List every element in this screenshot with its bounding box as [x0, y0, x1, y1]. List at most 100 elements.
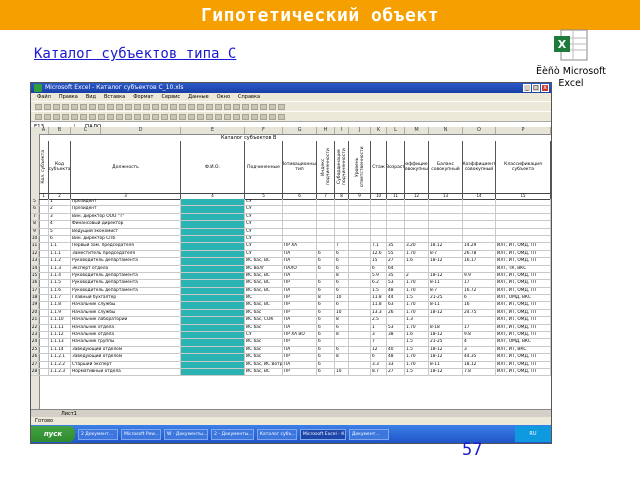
- table-cell[interactable]: [429, 206, 463, 213]
- table-cell[interactable]: 1.1: [49, 243, 71, 250]
- toolbar-button-icon[interactable]: [260, 103, 267, 110]
- table-cell[interactable]: Главный бухгалтер: [71, 295, 181, 302]
- table-cell[interactable]: [39, 309, 49, 317]
- table-cell[interactable]: Начальник лаборатории: [71, 317, 181, 324]
- taskbar-item[interactable]: 2 Документ...: [78, 428, 118, 440]
- toolbar-button-icon[interactable]: [152, 103, 159, 110]
- table-cell[interactable]: [463, 206, 496, 213]
- menu-item[interactable]: Правка: [59, 93, 78, 101]
- table-cell[interactable]: ПР: [283, 295, 317, 302]
- system-tray[interactable]: RU: [515, 426, 551, 442]
- table-row[interactable]: 27 1.1.2.2 Старший эксперт ИС бас, ИС Вотр П…: [31, 361, 551, 369]
- table-cell[interactable]: [181, 339, 245, 346]
- menu-item[interactable]: Формат: [133, 93, 153, 101]
- table-row[interactable]: 19 1.1.8 Начальник службы ИС бас, ВС ПР 6 6 11.…: [31, 302, 551, 310]
- table-cell[interactable]: Первый зам. председателя: [71, 243, 181, 250]
- table-cell[interactable]: СУ: [245, 199, 283, 206]
- table-cell[interactable]: 1.1.10: [49, 317, 71, 324]
- table-cell[interactable]: ИЛТ, ИТ, ОМД, ТП: [496, 309, 551, 317]
- table-cell[interactable]: 1.1.5: [49, 280, 71, 287]
- table-cell[interactable]: [317, 235, 335, 243]
- table-cell[interactable]: ПА: [283, 258, 317, 265]
- toolbar-button-icon[interactable]: [80, 103, 87, 110]
- table-cell[interactable]: Заместитель председателя: [71, 250, 181, 258]
- table-cell[interactable]: [349, 280, 371, 287]
- table-cell[interactable]: 3.20: [405, 243, 429, 250]
- table-cell[interactable]: [496, 235, 551, 243]
- table-cell[interactable]: [39, 280, 49, 287]
- table-cell[interactable]: [349, 221, 371, 228]
- table-cell[interactable]: 1.6: [405, 332, 429, 339]
- toolbar-button-icon[interactable]: [224, 113, 231, 120]
- table-cell[interactable]: [387, 206, 405, 213]
- table-row[interactable]: 17 1.1.6 Руководитель департамента ИС бас, …: [31, 287, 551, 296]
- table-cell[interactable]: [496, 228, 551, 235]
- table-cell[interactable]: [429, 199, 463, 206]
- table-cell[interactable]: Ведущий экономист: [71, 228, 181, 235]
- table-cell[interactable]: 13.3: [371, 309, 387, 317]
- table-cell[interactable]: 6: [335, 258, 349, 265]
- menu-item[interactable]: Данные: [188, 93, 209, 101]
- column-header[interactable]: B: [49, 127, 71, 134]
- table-cell[interactable]: [349, 324, 371, 332]
- table-cell[interactable]: 7.8: [463, 368, 496, 376]
- table-cell[interactable]: 6: [317, 280, 335, 287]
- table-cell[interactable]: 4: [463, 339, 496, 346]
- table-cell[interactable]: ИС бас: [245, 346, 283, 354]
- table-cell[interactable]: 8: [335, 272, 349, 280]
- table-cell[interactable]: 6: [317, 339, 335, 346]
- table-cell[interactable]: 3: [371, 332, 387, 339]
- table-row[interactable]: 15 1.1.4 Руководитель департамента ИС бас, …: [31, 272, 551, 281]
- table-cell[interactable]: ПР: [283, 354, 317, 361]
- table-cell[interactable]: ПА: [283, 250, 317, 258]
- table-cell[interactable]: 5: [49, 228, 71, 235]
- table-cell[interactable]: [496, 206, 551, 213]
- table-cell[interactable]: 3: [49, 213, 71, 221]
- table-cell[interactable]: 1.1.13: [49, 339, 71, 346]
- table-cell[interactable]: [39, 272, 49, 280]
- table-cell[interactable]: [371, 228, 387, 235]
- toolbar-button-icon[interactable]: [98, 113, 105, 120]
- toolbar-button-icon[interactable]: [116, 103, 123, 110]
- table-cell[interactable]: [283, 235, 317, 243]
- table-cell[interactable]: 6: [335, 280, 349, 287]
- table-cell[interactable]: [39, 235, 49, 243]
- maximize-icon[interactable]: □: [532, 84, 540, 92]
- table-cell[interactable]: ИЛТ, ИТ, ОМД, ТП: [496, 250, 551, 258]
- table-cell[interactable]: [181, 332, 245, 339]
- table-cell[interactable]: 8-7: [429, 250, 463, 258]
- taskbar-item[interactable]: Документ...: [348, 428, 389, 440]
- table-cell[interactable]: 7: [335, 243, 349, 250]
- table-cell[interactable]: [39, 361, 49, 368]
- table-cell[interactable]: 35: [387, 243, 405, 250]
- toolbar-button-icon[interactable]: [116, 113, 123, 120]
- table-cell[interactable]: [371, 206, 387, 213]
- table-cell[interactable]: [429, 221, 463, 228]
- table-cell[interactable]: [405, 235, 429, 243]
- table-cell[interactable]: Руководитель департамента: [71, 287, 181, 295]
- toolbar-button-icon[interactable]: [143, 103, 150, 110]
- table-cell[interactable]: [39, 250, 49, 258]
- table-row[interactable]: 22 1.1.11 Начальник отдела ИС бас ПА 6 6 1 53 1.7…: [31, 324, 551, 333]
- table-cell[interactable]: 1: [49, 199, 71, 206]
- toolbar-button-icon[interactable]: [170, 103, 177, 110]
- toolbar-button-icon[interactable]: [161, 103, 168, 110]
- table-cell[interactable]: 8: [335, 332, 349, 339]
- table-cell[interactable]: 1: [371, 324, 387, 332]
- toolbar-button-icon[interactable]: [179, 113, 186, 120]
- table-row[interactable]: 7 3 Вин. директор ООО "Т" СУ: [31, 213, 551, 222]
- table-row[interactable]: 24 1.1.13 Начальник группы ИС бас ПР 6 7 1.5 21-…: [31, 339, 551, 347]
- table-cell[interactable]: [349, 213, 371, 221]
- toolbar-button-icon[interactable]: [170, 113, 177, 120]
- table-cell[interactable]: 6: [317, 317, 335, 324]
- table-cell[interactable]: 6: [317, 265, 335, 272]
- table-cell[interactable]: [371, 213, 387, 221]
- table-cell[interactable]: [405, 228, 429, 235]
- table-cell[interactable]: 55: [387, 250, 405, 258]
- table-cell[interactable]: [39, 302, 49, 309]
- table-cell[interactable]: [181, 309, 245, 317]
- table-cell[interactable]: 6: [371, 354, 387, 361]
- table-cell[interactable]: СУ: [245, 250, 283, 258]
- toolbar-button-icon[interactable]: [215, 113, 222, 120]
- toolbar-button-icon[interactable]: [269, 113, 276, 120]
